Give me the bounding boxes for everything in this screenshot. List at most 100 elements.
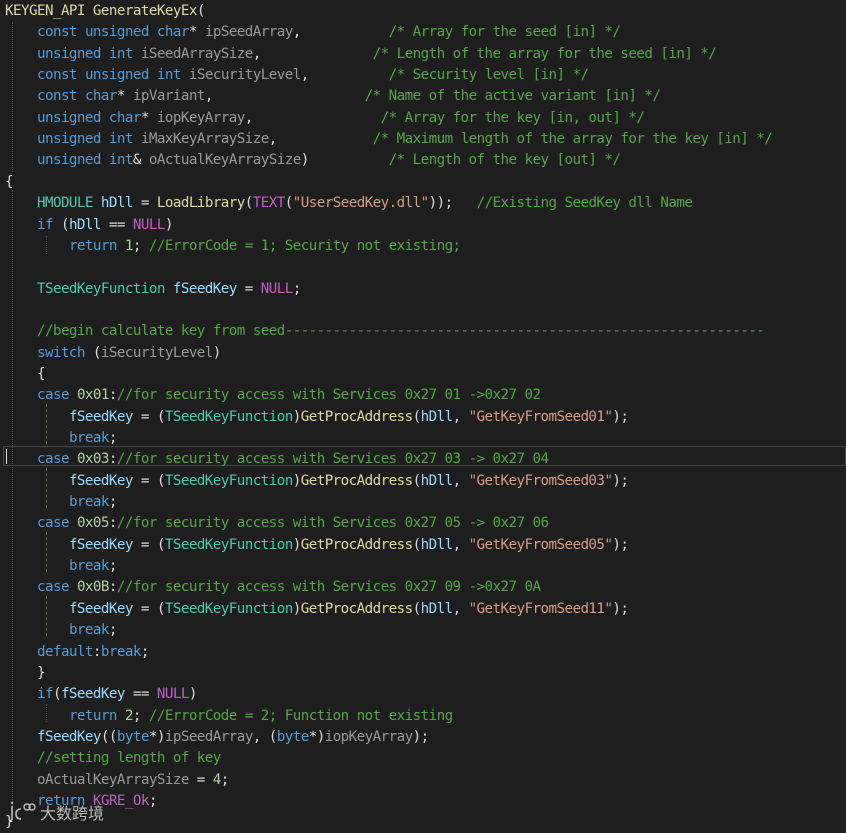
code-token: int xyxy=(156,67,182,84)
code-line: { xyxy=(5,172,14,193)
code-token: //ErrorCode = 2; Function not existing xyxy=(148,707,453,724)
code-line: unsigned int iMaxKeyArraySize, /* Maximu… xyxy=(5,129,773,150)
code-token: = ( xyxy=(132,408,166,425)
code-token: GetProcAddress xyxy=(300,408,413,425)
code-token: == xyxy=(100,216,133,233)
code-token: break xyxy=(68,622,110,639)
code-line: HMODULE hDll = LoadLibrary(TEXT("UserSee… xyxy=(5,193,693,214)
code-token: 0x0B xyxy=(76,579,110,596)
code-editor[interactable]: KEYGEN_API GenerateKeyEx( const unsigned… xyxy=(0,0,846,830)
code-token: ; xyxy=(148,792,158,809)
code-token: ( xyxy=(284,195,294,212)
code-token: ipSeedArray xyxy=(204,24,293,41)
code-token: case xyxy=(36,387,70,404)
code-token: ( xyxy=(412,472,422,489)
code-token: ; xyxy=(108,558,118,575)
code-token: //for security access with Services 0x27… xyxy=(116,387,541,404)
code-token: /* Array for the seed [in] */ xyxy=(388,24,621,41)
code-token: == xyxy=(124,686,157,703)
code-token: ) xyxy=(292,472,302,489)
code-token: : xyxy=(92,643,102,660)
code-token: ( xyxy=(52,216,70,233)
code-token: fSeedKey xyxy=(60,686,125,703)
code-token: = ( xyxy=(132,600,166,617)
code-token: iopKeyArray xyxy=(324,728,413,745)
code-token: /* Maximum length of the array for the k… xyxy=(372,131,773,148)
code-token: //for security access with Services 0x27… xyxy=(116,451,549,468)
code-token: iopKeyArray xyxy=(156,109,245,126)
code-token: char xyxy=(156,24,190,41)
code-token: return xyxy=(68,237,118,254)
code-token: NULL xyxy=(132,216,166,233)
code-token: break xyxy=(68,494,110,511)
code-token: if xyxy=(36,686,54,703)
code-token: hDll xyxy=(100,195,134,212)
code-token: NULL xyxy=(156,686,190,703)
code-token: { xyxy=(5,173,14,190)
code-token: unsigned xyxy=(36,131,101,148)
code-line: switch (iSecurityLevel) xyxy=(5,343,221,364)
code-token: ); xyxy=(612,408,629,425)
code-token: int xyxy=(108,152,134,169)
code-token: 2 xyxy=(124,707,134,724)
code-token: 1 xyxy=(124,237,134,254)
code-token: , xyxy=(452,536,469,553)
code-token: ( xyxy=(412,408,422,425)
code-token: oActualKeyArraySize xyxy=(36,771,189,788)
code-token: byte xyxy=(276,728,310,745)
code-token: //setting length of key xyxy=(36,750,221,767)
code-token: if xyxy=(36,216,54,233)
code-token: "GetKeyFromSeed03" xyxy=(468,472,613,489)
code-token: GetProcAddress xyxy=(300,536,413,553)
code-token: 0x01 xyxy=(76,387,110,404)
code-token: ; xyxy=(108,622,118,639)
code-token: iSeedArraySize xyxy=(140,45,253,62)
code-token: //ErrorCode = 1; Security not existing; xyxy=(148,237,461,254)
code-line: case 0x0B://for security access with Ser… xyxy=(5,577,541,598)
code-token: "GetKeyFromSeed05" xyxy=(468,536,613,553)
code-line: if(fSeedKey == NULL) xyxy=(5,684,197,705)
code-token: break xyxy=(68,558,110,575)
code-line: fSeedKey = (TSeedKeyFunction)GetProcAddr… xyxy=(5,599,629,620)
code-line: //setting length of key xyxy=(5,748,221,769)
code-token: ) xyxy=(300,152,389,169)
code-token: fSeedKey xyxy=(68,472,133,489)
code-line: unsigned int iSeedArraySize, /* Length o… xyxy=(5,44,717,65)
code-token: = ( xyxy=(132,472,166,489)
code-token: fSeedKey xyxy=(68,536,133,553)
code-line: unsigned char* iopKeyArray, /* Array for… xyxy=(5,108,645,129)
code-line: break; xyxy=(5,620,118,641)
code-token: unsigned xyxy=(84,67,149,84)
code-token: ; xyxy=(292,280,302,297)
code-token: ); xyxy=(612,600,629,617)
code-line: fSeedKey = (TSeedKeyFunction)GetProcAddr… xyxy=(5,407,629,428)
code-line: oActualKeyArraySize = 4; xyxy=(5,770,229,791)
watermark: 大数跨境 xyxy=(8,800,104,824)
code-token: = xyxy=(236,280,261,297)
code-token: unsigned xyxy=(84,24,149,41)
code-token: : xyxy=(108,579,118,596)
code-token: int xyxy=(108,131,134,148)
code-token: fSeedKey xyxy=(68,600,133,617)
code-token: ; xyxy=(220,771,230,788)
